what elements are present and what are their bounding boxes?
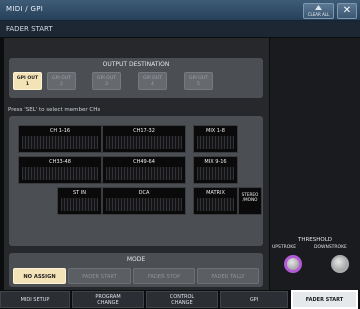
gpi-out-5-number: 5 — [197, 82, 200, 87]
threshold-title: THRESHOLD — [297, 237, 333, 243]
section-title: FADER START — [6, 25, 53, 33]
mix-9-16-label: MIX 9-16 — [204, 159, 227, 165]
clear-all-label: CLEAR ALL — [307, 12, 330, 17]
tab-program-change-label-2: CHANGE — [97, 299, 119, 306]
mix-9-16-group[interactable]: MIX 9-16 — [193, 156, 238, 184]
ch-33-48-group[interactable]: CH33-48 — [18, 156, 102, 184]
main-area: OUTPUT DESTINATION GPI OUT 1 GPI OUT 2 G… — [4, 38, 269, 290]
fader-stop-mode-button[interactable]: FADER STOP — [133, 268, 195, 284]
clear-all-icon — [315, 5, 322, 10]
output-destination-panel: OUTPUT DESTINATION GPI OUT 1 GPI OUT 2 G… — [9, 58, 263, 98]
ch-17-32-slots — [106, 136, 182, 149]
ch-17-32-group[interactable]: CH17-32 — [102, 125, 186, 153]
mix-1-8-group[interactable]: MIX 1-8 — [193, 125, 238, 153]
tab-gpi[interactable]: GPI — [220, 291, 288, 308]
ch-49-64-slots — [106, 167, 182, 180]
tab-control-change-label-2: CHANGE — [171, 299, 193, 306]
ch-49-64-label: CH49-64 — [133, 159, 155, 165]
member-channels-panel: CH 1-16 CH17-32 MIX 1-8 CH33-48 CH49-64 … — [9, 116, 263, 246]
ch-1-16-slots — [22, 136, 98, 149]
upstroke-knob[interactable] — [284, 255, 302, 273]
dca-label: DCA — [138, 190, 150, 196]
output-destination-title: OUTPUT DESTINATION — [102, 61, 170, 68]
gpi-out-3-number: 3 — [105, 82, 108, 87]
matrix-group[interactable]: MATRIX — [193, 187, 238, 215]
fader-tally-mode-button[interactable]: FADER TALLY — [197, 268, 259, 284]
mix-9-16-slots — [197, 167, 234, 180]
matrix-label: MATRIX — [206, 190, 225, 196]
tab-program-change[interactable]: PROGRAM CHANGE — [72, 291, 144, 308]
tab-fader-start[interactable]: FADER START — [291, 290, 358, 309]
close-button[interactable]: ✕ — [337, 3, 357, 19]
window-title: MIDI / GPI — [6, 5, 44, 13]
title-bar: MIDI / GPI CLEAR ALL ✕ — [0, 0, 360, 21]
gpi-out-1-button[interactable]: GPI OUT 1 — [13, 72, 42, 90]
stereo-mono-group[interactable]: STEREO /MONO — [238, 187, 262, 215]
section-header: FADER START — [0, 21, 360, 37]
dca-group[interactable]: DCA — [102, 187, 186, 215]
mono-label: /MONO — [242, 197, 258, 202]
clear-all-button[interactable]: CLEAR ALL — [303, 3, 334, 19]
mix-1-8-label: MIX 1-8 — [206, 128, 225, 134]
tab-fader-start-label: FADER START — [305, 296, 344, 303]
fader-start-mode-button[interactable]: FADER START — [68, 268, 131, 284]
stereo-mono-label: STEREO /MONO — [239, 192, 261, 202]
gpi-out-5-button[interactable]: GPI OUT 5 — [184, 72, 213, 90]
mode-panel: MODE NO ASSIGN FADER START FADER STOP FA… — [9, 253, 263, 287]
matrix-slots — [197, 198, 234, 211]
tab-control-change[interactable]: CONTROL CHANGE — [146, 291, 218, 308]
upstroke-label: UPSTROKE — [272, 245, 297, 250]
ch-33-48-label: CH33-48 — [49, 159, 71, 165]
st-in-group[interactable]: ST IN — [57, 187, 102, 215]
gpi-out-1-number: 1 — [25, 82, 30, 87]
gpi-out-2-number: 2 — [60, 82, 63, 87]
ch-33-48-slots — [22, 167, 98, 180]
no-assign-button[interactable]: NO ASSIGN — [13, 268, 66, 284]
st-in-slots — [61, 198, 98, 211]
ch-1-16-label: CH 1-16 — [49, 128, 71, 134]
mix-1-8-slots — [197, 136, 234, 149]
gpi-out-4-button[interactable]: GPI OUT 4 — [138, 72, 167, 90]
tab-midi-setup[interactable]: MIDI SETUP — [0, 291, 70, 308]
ch-1-16-group[interactable]: CH 1-16 — [18, 125, 102, 153]
tab-midi-setup-label: MIDI SETUP — [20, 296, 50, 303]
mode-title: MODE — [126, 256, 146, 263]
right-pane: THRESHOLD UPSTROKE DOWNSTROKE — [270, 38, 360, 290]
st-in-label: ST IN — [72, 190, 87, 196]
downstroke-knob[interactable] — [331, 255, 349, 273]
gpi-out-2-button[interactable]: GPI OUT 2 — [47, 72, 76, 90]
member-instruction: Press 'SEL' to select member CHs — [8, 107, 101, 113]
downstroke-label: DOWNSTROKE — [314, 245, 347, 250]
ch-49-64-group[interactable]: CH49-64 — [102, 156, 186, 184]
dca-slots — [106, 198, 182, 211]
gpi-out-3-button[interactable]: GPI OUT 3 — [92, 72, 121, 90]
gpi-out-4-number: 4 — [151, 82, 154, 87]
ch-17-32-label: CH17-32 — [133, 128, 155, 134]
tab-gpi-label: GPI — [249, 296, 259, 303]
